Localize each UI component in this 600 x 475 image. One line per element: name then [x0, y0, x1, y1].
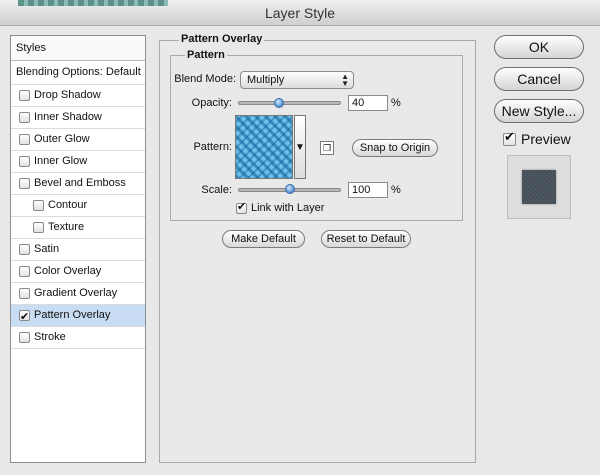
- updown-arrows-icon: ▲ ▼: [341, 72, 349, 88]
- style-item-stroke[interactable]: Stroke: [11, 327, 145, 349]
- preview-row[interactable]: Preview: [503, 129, 571, 147]
- cancel-button[interactable]: Cancel: [494, 67, 584, 91]
- preview-label: Preview: [521, 131, 571, 147]
- style-checkbox[interactable]: [19, 156, 30, 167]
- style-item-label: Color Overlay: [34, 265, 102, 277]
- opacity-label: Opacity:: [191, 97, 232, 109]
- style-item-outer-glow[interactable]: Outer Glow: [11, 129, 145, 151]
- style-item-satin[interactable]: Satin: [11, 239, 145, 261]
- style-item-inner-shadow[interactable]: Inner Shadow: [11, 107, 145, 129]
- blend-mode-value: Multiply: [247, 74, 285, 86]
- style-item-inner-glow[interactable]: Inner Glow: [11, 151, 145, 173]
- make-default-button[interactable]: Make Default: [222, 230, 305, 248]
- blending-options-label: Blending Options: Default: [16, 66, 141, 78]
- style-item-bevel-and-emboss[interactable]: Bevel and Emboss: [11, 173, 145, 195]
- styles-list: Styles Blending Options: Default Drop Sh…: [10, 35, 146, 463]
- style-checkbox[interactable]: [19, 288, 30, 299]
- style-item-label: Contour: [48, 199, 88, 211]
- new-style-button[interactable]: New Style...: [494, 99, 584, 123]
- scale-input[interactable]: 100: [348, 182, 388, 198]
- style-checkbox[interactable]: [33, 222, 44, 233]
- pattern-label: Pattern:: [193, 141, 232, 153]
- style-checkbox[interactable]: [19, 332, 30, 343]
- titlebar-decoration: [18, 0, 168, 6]
- style-preview: [507, 155, 571, 219]
- style-item-label: Pattern Overlay: [34, 309, 111, 321]
- preview-checkbox[interactable]: [503, 129, 516, 146]
- style-item-label: Outer Glow: [34, 133, 90, 145]
- style-checkbox[interactable]: [19, 90, 30, 101]
- new-preset-icon[interactable]: ❐: [320, 141, 334, 155]
- style-item-gradient-overlay[interactable]: Gradient Overlay: [11, 283, 145, 305]
- style-item-label: Inner Shadow: [34, 111, 102, 123]
- style-items: Drop Shadow Inner Shadow Outer Glow Inner G…: [11, 85, 145, 349]
- snap-to-origin-button[interactable]: Snap to Origin: [352, 139, 438, 157]
- link-with-layer-checkbox[interactable]: [236, 200, 247, 214]
- opacity-input[interactable]: 40: [348, 95, 388, 111]
- window-title: Layer Style: [264, 5, 336, 21]
- scale-slider-thumb[interactable]: [284, 184, 295, 194]
- style-item-drop-shadow[interactable]: Drop Shadow: [11, 85, 145, 107]
- link-with-layer-label: Link with Layer: [251, 202, 325, 214]
- title-bar: Layer Style: [0, 0, 600, 26]
- scale-label: Scale:: [201, 184, 232, 196]
- reset-to-default-button[interactable]: Reset to Default: [321, 230, 411, 248]
- style-checkbox[interactable]: [33, 200, 44, 211]
- style-checkbox[interactable]: [19, 178, 30, 189]
- style-item-color-overlay[interactable]: Color Overlay: [11, 261, 145, 283]
- scale-percent: %: [391, 184, 401, 196]
- style-checkbox[interactable]: [19, 112, 30, 123]
- style-item-texture[interactable]: Texture: [11, 217, 145, 239]
- style-item-label: Inner Glow: [34, 155, 88, 167]
- style-checkbox[interactable]: [19, 244, 30, 255]
- style-item-label: Stroke: [34, 331, 66, 343]
- pattern-subgroup-title: Pattern: [185, 49, 227, 61]
- blending-options-item[interactable]: Blending Options: Default: [11, 61, 145, 85]
- triangle-down-icon[interactable]: ▼: [294, 115, 306, 179]
- style-checkbox[interactable]: [19, 266, 30, 277]
- style-item-label: Bevel and Emboss: [34, 177, 126, 189]
- link-with-layer-row[interactable]: Link with Layer: [236, 200, 325, 214]
- preview-swatch: [522, 170, 556, 204]
- opacity-percent: %: [391, 97, 401, 109]
- pattern-swatch[interactable]: [235, 115, 293, 179]
- style-item-label: Drop Shadow: [34, 89, 101, 101]
- opacity-slider-track[interactable]: [238, 101, 341, 105]
- ok-button[interactable]: OK: [494, 35, 584, 59]
- style-item-pattern-overlay[interactable]: Pattern Overlay: [11, 305, 145, 328]
- blend-mode-select[interactable]: Multiply ▲ ▼: [240, 71, 354, 89]
- styles-header[interactable]: Styles: [11, 36, 145, 61]
- pattern-overlay-title: Pattern Overlay: [179, 33, 265, 45]
- style-item-label: Texture: [48, 221, 85, 233]
- style-checkbox[interactable]: [19, 307, 30, 328]
- layer-style-dialog: Layer Style Styles Blending Options: Def…: [0, 0, 600, 475]
- blend-mode-label: Blend Mode:: [174, 73, 236, 85]
- style-item-label: Gradient Overlay: [34, 287, 118, 299]
- style-item-label: Satin: [34, 243, 60, 255]
- style-item-contour[interactable]: Contour: [11, 195, 145, 217]
- style-checkbox[interactable]: [19, 134, 30, 145]
